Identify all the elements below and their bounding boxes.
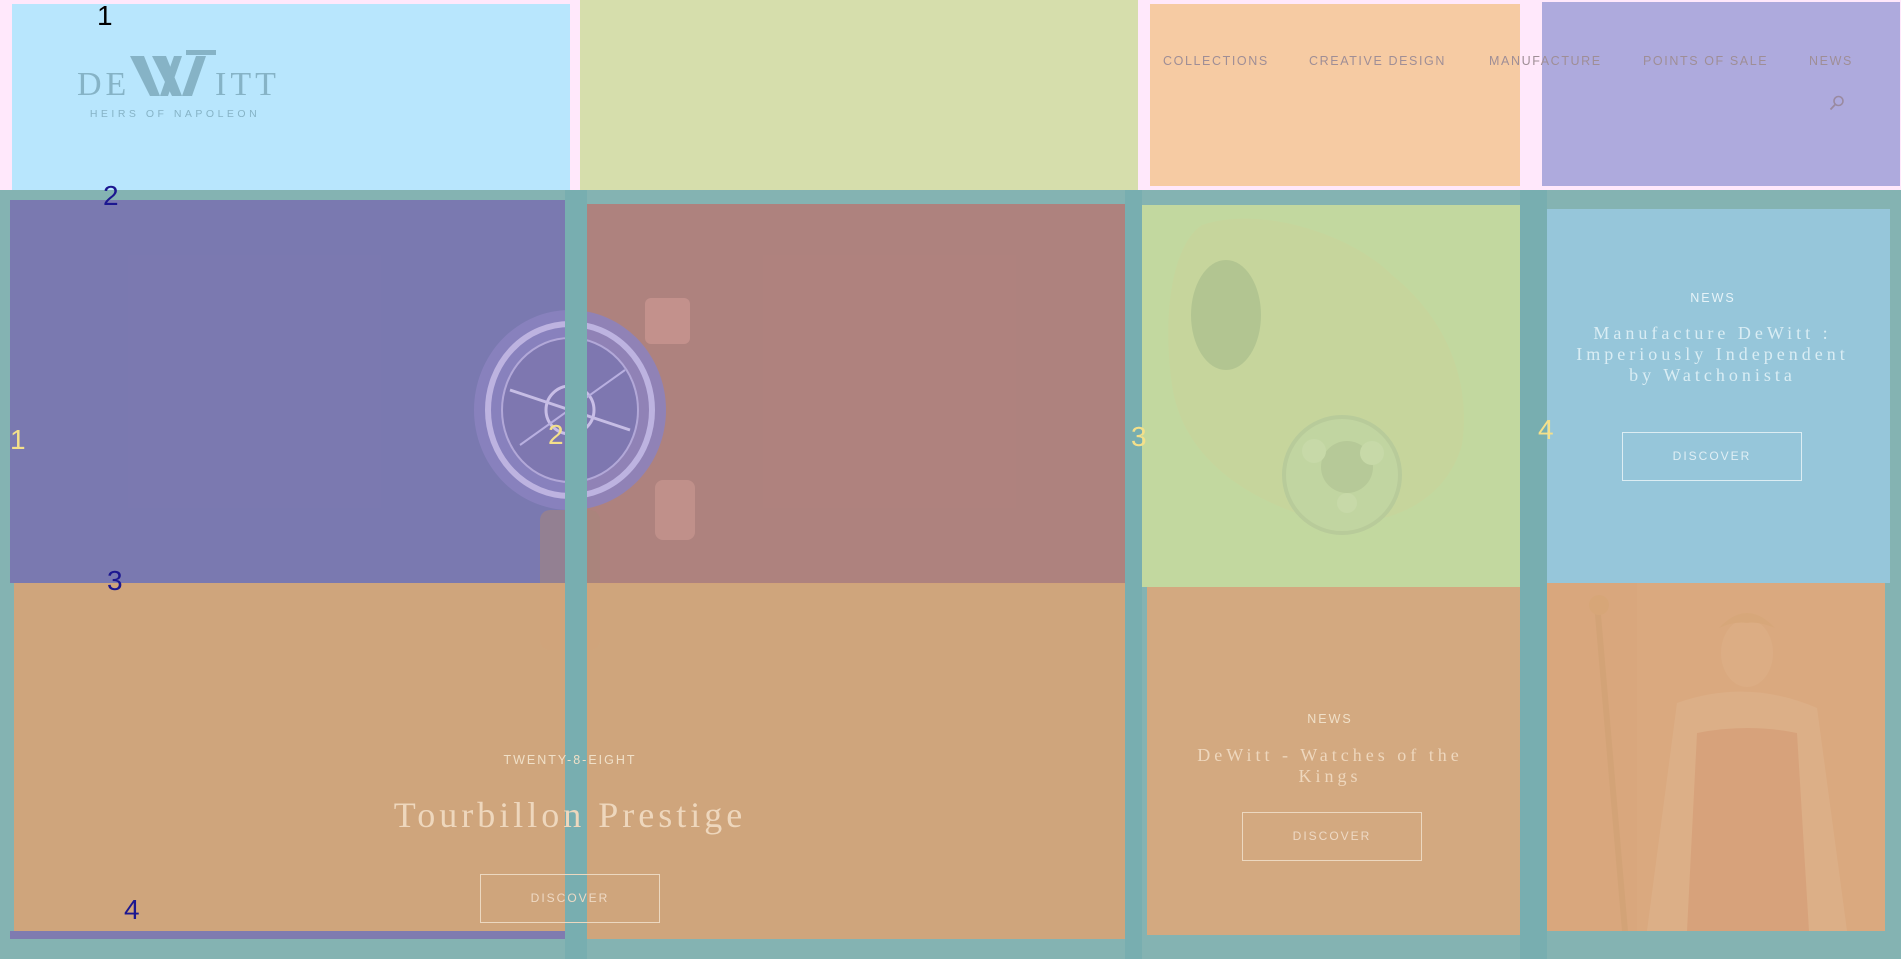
nav-collections[interactable]: COLLECTIONS (1163, 54, 1269, 68)
nav-creative-design[interactable]: CREATIVE DESIGN (1309, 54, 1446, 68)
nav-manufacture[interactable]: MANUFACTURE (1489, 54, 1602, 68)
news-middle-kicker: NEWS (1307, 712, 1353, 726)
news-middle-title: DeWitt - Watches of the Kings (1197, 745, 1463, 786)
main-feature-kicker: TWENTY-8-EIGHT (503, 753, 637, 767)
logo-wordmark-left: DE (77, 66, 131, 103)
overlay-region-purple-bottom (10, 931, 565, 939)
news-right-kicker: NEWS (1690, 291, 1736, 305)
region-number-left-4: 4 (124, 894, 140, 925)
column-gutter (565, 190, 587, 959)
logo-w-mark-icon (130, 50, 216, 96)
region-number-header: 1 (97, 0, 113, 31)
logo-wordmark-right: ITT (215, 66, 280, 103)
column-gutter (1520, 190, 1547, 959)
nav-news[interactable]: NEWS (1809, 54, 1853, 68)
news-right-title: Manufacture DeWitt : Imperiously Indepen… (1576, 323, 1849, 385)
region-number-left-3: 3 (107, 565, 123, 596)
news-middle-discover-button[interactable]: DISCOVER (1242, 812, 1422, 861)
header-region-nav-left (1150, 4, 1520, 186)
region-number-col-1: 1 (10, 424, 26, 455)
overlay-region-green (1142, 205, 1520, 587)
region-number-col-2: 2 (548, 419, 564, 450)
region-number-col-3: 3 (1131, 421, 1147, 452)
overlay-region-peach (1547, 583, 1885, 931)
region-number-col-4: 4 (1538, 414, 1554, 445)
header-region-nav-right (1542, 2, 1900, 186)
news-right-discover-button[interactable]: DISCOVER (1622, 432, 1802, 481)
region-number-left-2: 2 (103, 180, 119, 211)
logo-tagline: HEIRS OF NAPOLEON (89, 108, 261, 120)
header-region-center (580, 0, 1138, 190)
nav-points-of-sale[interactable]: POINTS OF SALE (1643, 54, 1768, 68)
column-gutter (1125, 190, 1142, 959)
page: DE ITT HEIRS OF NAPOLEON COLLECTIONS CRE… (0, 0, 1901, 959)
main-feature-title: Tourbillon Prestige (393, 795, 747, 835)
search-icon[interactable] (1828, 94, 1846, 112)
dewitt-logo[interactable]: DE ITT HEIRS OF NAPOLEON (75, 46, 276, 126)
overlay-region-blue (1547, 209, 1890, 583)
main-feature-discover-button[interactable]: DISCOVER (480, 874, 660, 923)
